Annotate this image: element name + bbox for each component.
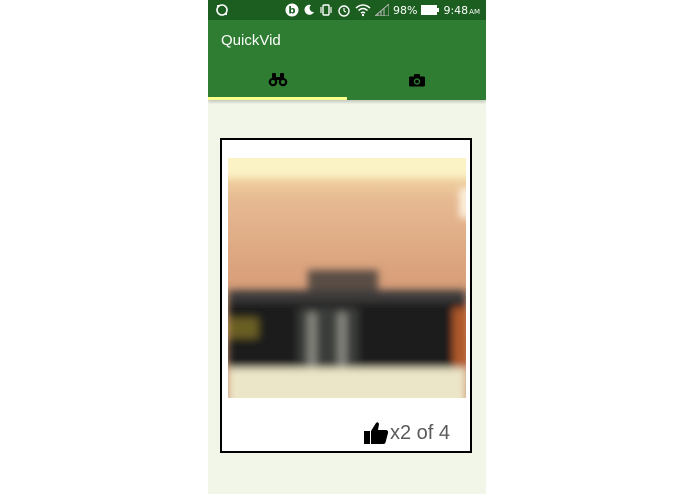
beats-icon: b: [285, 3, 299, 17]
battery-icon: [421, 5, 440, 15]
sync-icon: [214, 2, 230, 18]
tab-bar: [208, 62, 486, 100]
battery-percent: 98%: [393, 3, 418, 17]
status-bar: b 98% 9:48AM: [208, 0, 486, 20]
app-bar: QuickVid: [208, 20, 486, 62]
tab-camera[interactable]: [347, 62, 486, 100]
phone-screen: b 98% 9:48AM QuickVid x2 of 4: [208, 0, 486, 494]
likes-row: x2 of 4: [363, 420, 450, 446]
clock-time: 9:48AM: [443, 3, 480, 17]
vibrate-icon: [319, 3, 333, 17]
thumbs-up-icon[interactable]: [363, 420, 389, 446]
video-thumbnail[interactable]: [228, 158, 466, 398]
alarm-icon: [337, 3, 351, 17]
dnd-icon: [303, 4, 315, 16]
tab-indicator: [208, 97, 347, 100]
binoculars-icon: [268, 72, 288, 91]
signal-icon: [375, 4, 390, 16]
video-card[interactable]: x2 of 4: [220, 138, 472, 453]
svg-text:b: b: [288, 6, 295, 17]
likes-count: x2 of 4: [389, 421, 450, 444]
clock-ampm: AM: [469, 7, 480, 16]
camera-icon: [408, 72, 425, 91]
tab-browse[interactable]: [208, 62, 347, 100]
app-title: QuickVid: [221, 32, 281, 49]
wifi-icon: [355, 3, 371, 17]
